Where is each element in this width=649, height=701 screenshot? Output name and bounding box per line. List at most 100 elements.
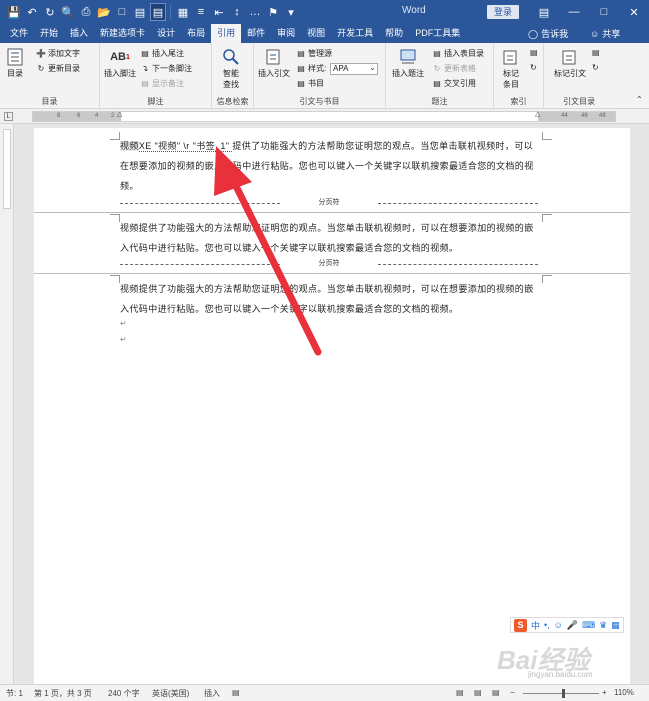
insert-citation-button[interactable]: 插入引文 [258, 47, 290, 79]
tab-developer[interactable]: 开发工具 [331, 24, 379, 43]
zoom-in-icon[interactable]: + [602, 688, 607, 697]
crop-mark [110, 214, 120, 222]
more-icon[interactable]: ▾ [283, 3, 299, 21]
redo-icon[interactable]: ↻ [42, 3, 58, 21]
new-icon[interactable]: □ [114, 3, 130, 21]
zoom-slider-knob[interactable] [562, 689, 565, 698]
restore-icon[interactable]: □ [589, 0, 619, 24]
paragraph-mark: ↵ [120, 319, 127, 328]
update-table-button[interactable]: ↻ 更新表格 [432, 63, 476, 74]
print-icon[interactable]: ⎙ [78, 3, 94, 21]
tell-me[interactable]: ◯ 告诉我 [528, 24, 568, 43]
bookmark-icon[interactable]: ⚑ [265, 3, 281, 21]
toolbox-icon[interactable]: ▦ [611, 620, 620, 631]
horizontal-ruler[interactable]: 8 6 4 2 44 46 48 △ △ [32, 111, 616, 122]
insert-footnote-button[interactable]: AB 1 插入脚注 [104, 47, 136, 79]
special-icon[interactable]: … [247, 3, 263, 21]
tab-help[interactable]: 帮助 [379, 24, 409, 43]
minimize-icon[interactable]: — [559, 0, 589, 24]
emoji-icon[interactable]: ☺ [554, 620, 563, 630]
collapse-ribbon-icon[interactable]: ⌃ [636, 95, 643, 104]
doc-icon[interactable]: ▤ [132, 3, 148, 21]
tab-references[interactable]: 引用 [211, 24, 242, 43]
page[interactable]: 视频XE "视频" \r "书签_1" 提供了功能强大的方法帮助您证明您的观点。… [34, 128, 630, 688]
table-icon[interactable]: ▦ [175, 3, 191, 21]
status-section[interactable]: 节: 1 [6, 688, 23, 699]
tab-home[interactable]: 开始 [34, 24, 64, 43]
update-index-icon[interactable]: ↻ [530, 63, 537, 72]
insert-index-icon[interactable]: ▤ [530, 48, 538, 57]
undo-icon[interactable]: ↶ [24, 3, 40, 21]
ime-toolbar[interactable]: S 中 •, ☺ 🎤 ⌨ ♛ ▦ [510, 617, 624, 633]
cross-reference-button[interactable]: ▤ 交叉引用 [432, 78, 476, 89]
ime-mode[interactable]: 中 [531, 619, 540, 632]
vertical-ruler[interactable] [0, 124, 14, 684]
zoom-level[interactable]: 110% [614, 688, 634, 697]
paragraph-1[interactable]: 视频XE "视频" \r "书签_1" 提供了功能强大的方法帮助您证明您的观点。… [120, 136, 538, 196]
insert-caption-button[interactable]: 插入题注 [392, 47, 424, 79]
signin-button[interactable]: 登录 [487, 5, 519, 19]
manage-sources-button[interactable]: ▤ 管理源 [296, 48, 332, 59]
tab-layout[interactable]: 布局 [181, 24, 211, 43]
tab-new[interactable]: 新建选项卡 [94, 24, 151, 43]
tab-insert[interactable]: 插入 [64, 24, 94, 43]
zoom-out-icon[interactable]: − [510, 688, 515, 697]
paragraph-mark: ↵ [120, 335, 127, 344]
xe-field-code[interactable]: XE "视频" \r "书签_1" [138, 141, 233, 152]
smart-lookup-button[interactable]: 智能 查找 [222, 47, 240, 90]
focus-icon[interactable]: ▤ [456, 688, 464, 697]
ribbon-display-icon[interactable]: ▤ [529, 0, 559, 24]
punctuation-icon[interactable]: •, [544, 620, 550, 630]
bullets-icon[interactable]: ≡ [193, 3, 209, 21]
style-label: ▤ 样式: [297, 64, 327, 73]
paragraph-3[interactable]: 视频提供了功能强大的方法帮助您证明您的观点。当您单击联机视频时，可以在想要添加的… [120, 279, 538, 319]
tab-file[interactable]: 文件 [4, 24, 34, 43]
update-toc-button[interactable]: ↻ 更新目录 [36, 63, 80, 74]
right-indent-marker[interactable]: △ [535, 110, 540, 118]
keyboard-icon[interactable]: ⌨ [582, 620, 595, 631]
align-icon[interactable]: ⇤ [211, 3, 227, 21]
skin-icon[interactable]: ♛ [599, 620, 607, 631]
insert-table-of-figures-button[interactable]: ▤ 插入表目录 [432, 48, 484, 59]
paragraph-2[interactable]: 视频提供了功能强大的方法帮助您证明您的观点。当您单击联机视频时，可以在想要添加的… [120, 218, 538, 258]
citation-style-select[interactable]: APA ⌄ [330, 63, 378, 75]
mark-citation-button[interactable]: 标记引文 [554, 47, 586, 79]
show-notes-button[interactable]: ▤ 显示备注 [140, 78, 184, 89]
insert-authorities-icon[interactable]: ▤ [592, 48, 600, 57]
status-mode[interactable]: 插入 [204, 688, 220, 699]
share-button[interactable]: ☺ 共享 [590, 24, 620, 43]
tab-selector[interactable]: L [4, 112, 13, 121]
print-preview-icon[interactable]: 🔍 [60, 3, 76, 21]
spacing-icon[interactable]: ↕ [229, 3, 245, 21]
macro-icon[interactable]: ▤ [232, 688, 240, 697]
mark-entry-button[interactable]: 标记 条目 [502, 47, 520, 90]
close-icon[interactable]: ✕ [619, 0, 649, 24]
toolbar-divider [170, 5, 171, 19]
open-icon[interactable]: 📂 [96, 3, 112, 21]
view-icon[interactable]: ▤ [150, 3, 166, 21]
print-layout-icon[interactable]: ▤ [492, 688, 500, 697]
bibliography-button[interactable]: ▤ 书目 [296, 78, 324, 89]
insert-endnote-button[interactable]: ▤ 插入尾注 [140, 48, 184, 59]
window-controls: ▤ — □ ✕ [529, 0, 649, 24]
document-area[interactable]: 视频XE "视频" \r "书签_1" 提供了功能强大的方法帮助您证明您的观点。… [14, 124, 649, 688]
indent-marker[interactable]: △ [117, 110, 122, 118]
status-language[interactable]: 英语(美国) [152, 688, 189, 699]
toc-button[interactable]: 目录 [6, 47, 24, 79]
status-words[interactable]: 240 个字 [108, 688, 140, 699]
tab-design[interactable]: 设计 [151, 24, 181, 43]
update-authorities-icon[interactable]: ↻ [592, 63, 599, 72]
zoom-slider[interactable] [523, 693, 599, 694]
next-footnote-button[interactable]: ↴ 下一条脚注 [140, 63, 192, 74]
voice-icon[interactable]: 🎤 [567, 620, 578, 631]
ruler-tick: 46 [581, 113, 588, 119]
read-mode-icon[interactable]: ▤ [474, 688, 482, 697]
status-page[interactable]: 第 1 页，共 3 页 [34, 688, 92, 699]
tab-pdf-tools[interactable]: PDF工具集 [409, 24, 466, 43]
table-of-figures-icon: ▤ [433, 49, 441, 58]
add-text-button[interactable]: ➕ 添加文字 [36, 48, 80, 59]
save-icon[interactable]: 💾 [6, 3, 22, 21]
tab-review[interactable]: 审阅 [271, 24, 301, 43]
tab-mailings[interactable]: 邮件 [241, 24, 271, 43]
tab-view[interactable]: 视图 [301, 24, 331, 43]
